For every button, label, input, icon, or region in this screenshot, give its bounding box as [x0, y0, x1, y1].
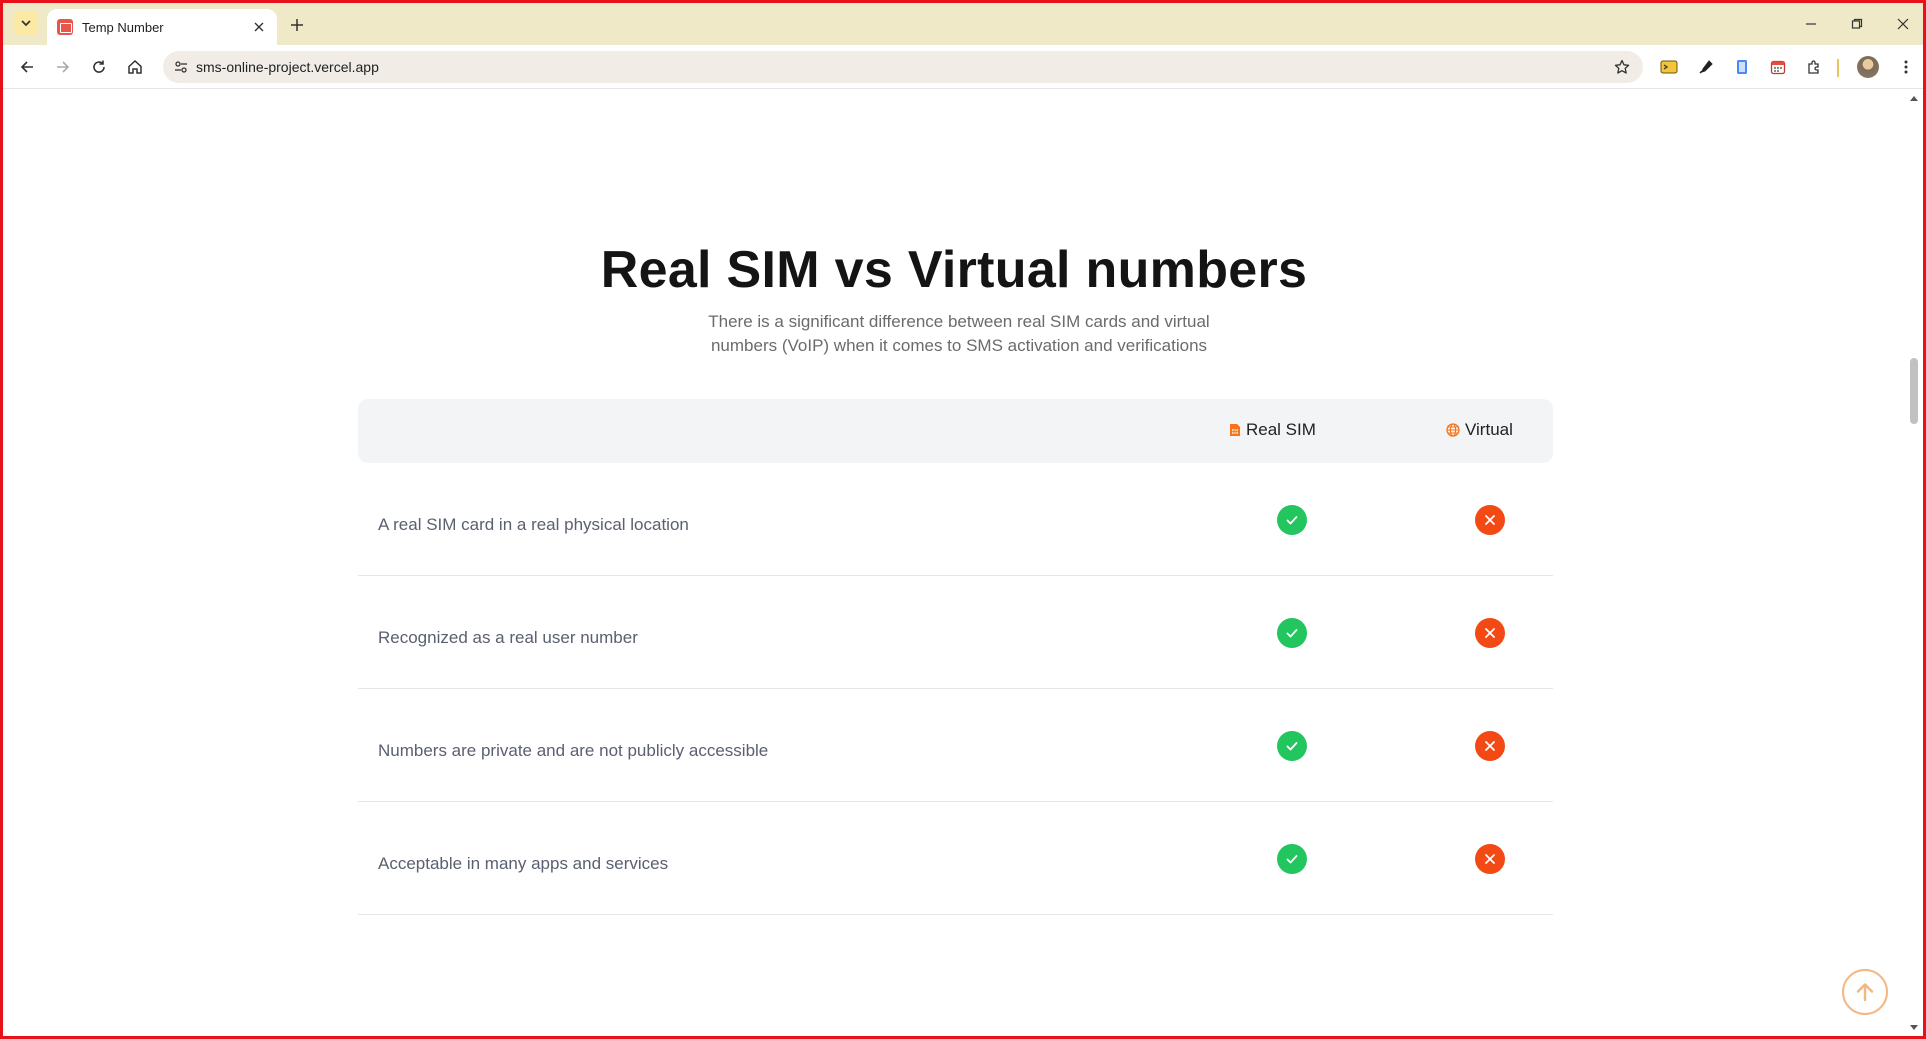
extensions-menu-button[interactable] — [1803, 56, 1825, 78]
close-icon — [1897, 18, 1909, 30]
scroll-up-arrow[interactable] — [1910, 96, 1918, 101]
tab-search-button[interactable] — [14, 11, 38, 35]
toolbar-separator — [1837, 59, 1839, 77]
column-header-virtual-label: Virtual — [1465, 420, 1513, 439]
back-button[interactable] — [15, 55, 39, 79]
close-icon — [254, 22, 264, 32]
puzzle-icon — [1808, 60, 1819, 74]
section-heading: Real SIM vs Virtual numbers — [600, 241, 1308, 299]
extension-page-button[interactable] — [1731, 56, 1753, 78]
table-row: Recognized as a real user number — [358, 576, 1553, 689]
row-label: Acceptable in many apps and services — [378, 854, 669, 873]
star-icon — [1614, 59, 1630, 74]
back-to-top-button[interactable] — [1842, 969, 1888, 1015]
arrow-left-icon — [20, 61, 33, 73]
minimize-icon — [1806, 23, 1816, 25]
table-row: Numbers are private and are not publicly… — [358, 689, 1553, 802]
arrow-up-circle-icon — [1856, 983, 1874, 1002]
x-icon — [1475, 505, 1505, 535]
bookmark-button[interactable] — [1613, 58, 1631, 76]
url-text[interactable]: sms-online-project.vercel.app — [196, 59, 379, 75]
forward-button[interactable] — [51, 55, 75, 79]
arrow-right-icon — [57, 61, 70, 73]
minimize-button[interactable] — [1800, 13, 1822, 35]
profile-avatar[interactable] — [1857, 56, 1879, 78]
row-label: A real SIM card in a real physical locat… — [378, 515, 689, 534]
home-icon — [128, 59, 142, 74]
calendar-favicon-icon — [57, 19, 73, 35]
check-icon — [1277, 844, 1307, 874]
scroll-down-arrow[interactable] — [1910, 1025, 1918, 1030]
table-row: A real SIM card in a real physical locat… — [358, 463, 1553, 576]
globe-icon — [1446, 423, 1460, 437]
page-content: Real SIM vs Virtual numbers There is a s… — [3, 90, 1905, 1036]
page-scrollbar[interactable] — [1905, 90, 1923, 1036]
more-vertical-icon — [1904, 60, 1908, 74]
reload-button[interactable] — [87, 55, 111, 79]
plus-icon — [291, 19, 303, 31]
check-icon — [1277, 618, 1307, 648]
tune-icon — [175, 61, 187, 73]
section-subtitle: There is a significant difference betwee… — [708, 312, 1210, 355]
document-extension-icon — [1737, 60, 1747, 74]
column-header-real-sim: Real SIM — [1229, 420, 1316, 440]
chevron-down-icon — [21, 20, 31, 27]
close-window-button[interactable] — [1892, 13, 1914, 35]
calendar-extension-icon — [1770, 60, 1786, 75]
column-header-real-label: Real SIM — [1246, 420, 1316, 439]
home-button[interactable] — [123, 55, 147, 79]
x-icon — [1475, 618, 1505, 648]
restore-icon — [1851, 18, 1863, 29]
x-icon — [1475, 844, 1505, 874]
site-info-icon[interactable] — [173, 59, 189, 75]
close-tab-button[interactable] — [251, 19, 267, 35]
reload-icon — [93, 60, 105, 73]
comparison-table: Real SIM Virtual A real SIM card in a re… — [358, 399, 1553, 915]
address-bar[interactable]: sms-online-project.vercel.app — [163, 51, 1643, 83]
browser-tab-bar: Temp Number — [3, 3, 1923, 45]
table-header: Real SIM Virtual — [358, 399, 1553, 463]
sim-card-icon — [1230, 424, 1240, 436]
row-label: Numbers are private and are not publicly… — [378, 741, 769, 760]
check-icon — [1277, 731, 1307, 761]
extension-eyedropper-button[interactable] — [1695, 56, 1717, 78]
browser-tab[interactable]: Temp Number — [47, 9, 277, 45]
check-icon — [1277, 505, 1307, 535]
restore-button[interactable] — [1846, 13, 1868, 35]
new-tab-button[interactable] — [287, 15, 307, 35]
table-row: Acceptable in many apps and services — [358, 802, 1553, 915]
scrollbar-thumb[interactable] — [1910, 358, 1918, 424]
column-header-virtual: Virtual — [1446, 420, 1513, 440]
table-body: A real SIM card in a real physical locat… — [358, 463, 1553, 915]
eyedropper-icon — [1699, 60, 1713, 74]
tab-title: Temp Number — [82, 19, 164, 35]
browser-menu-button[interactable] — [1895, 56, 1917, 78]
browser-toolbar: sms-online-project.vercel.app — [3, 45, 1923, 89]
extension-terminal-button[interactable] — [1658, 56, 1680, 78]
terminal-extension-icon — [1660, 60, 1678, 74]
x-icon — [1475, 731, 1505, 761]
row-label: Recognized as a real user number — [378, 628, 638, 647]
extension-calendar-button[interactable] — [1767, 56, 1789, 78]
